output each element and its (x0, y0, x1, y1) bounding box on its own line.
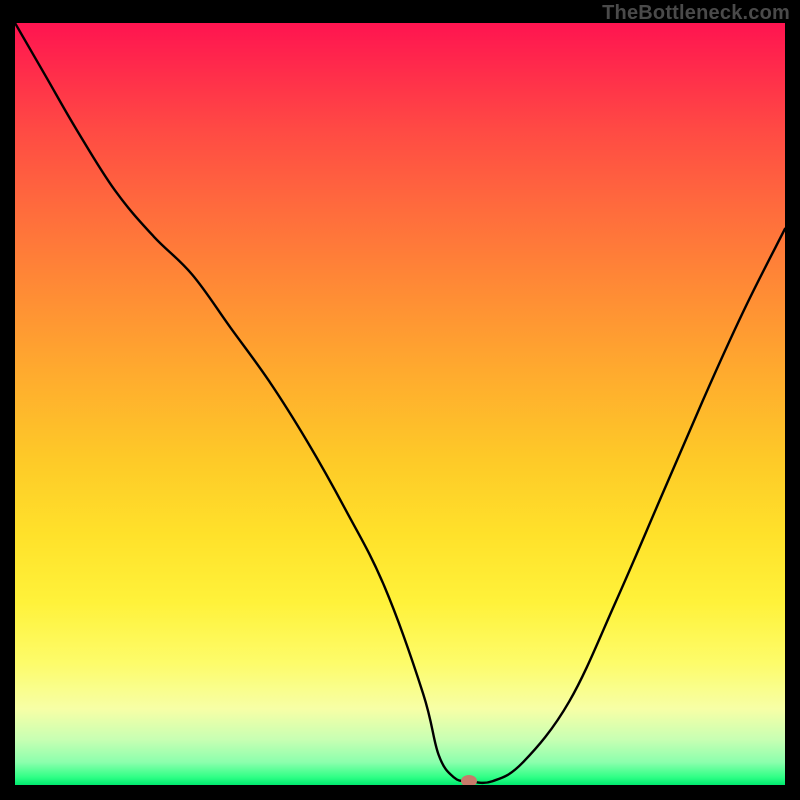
bottleneck-curve (15, 23, 785, 783)
plot-area (15, 23, 785, 785)
optimal-point-marker (461, 775, 477, 785)
curve-svg (15, 23, 785, 785)
watermark-text: TheBottleneck.com (602, 2, 790, 25)
chart-frame: TheBottleneck.com (0, 0, 800, 800)
